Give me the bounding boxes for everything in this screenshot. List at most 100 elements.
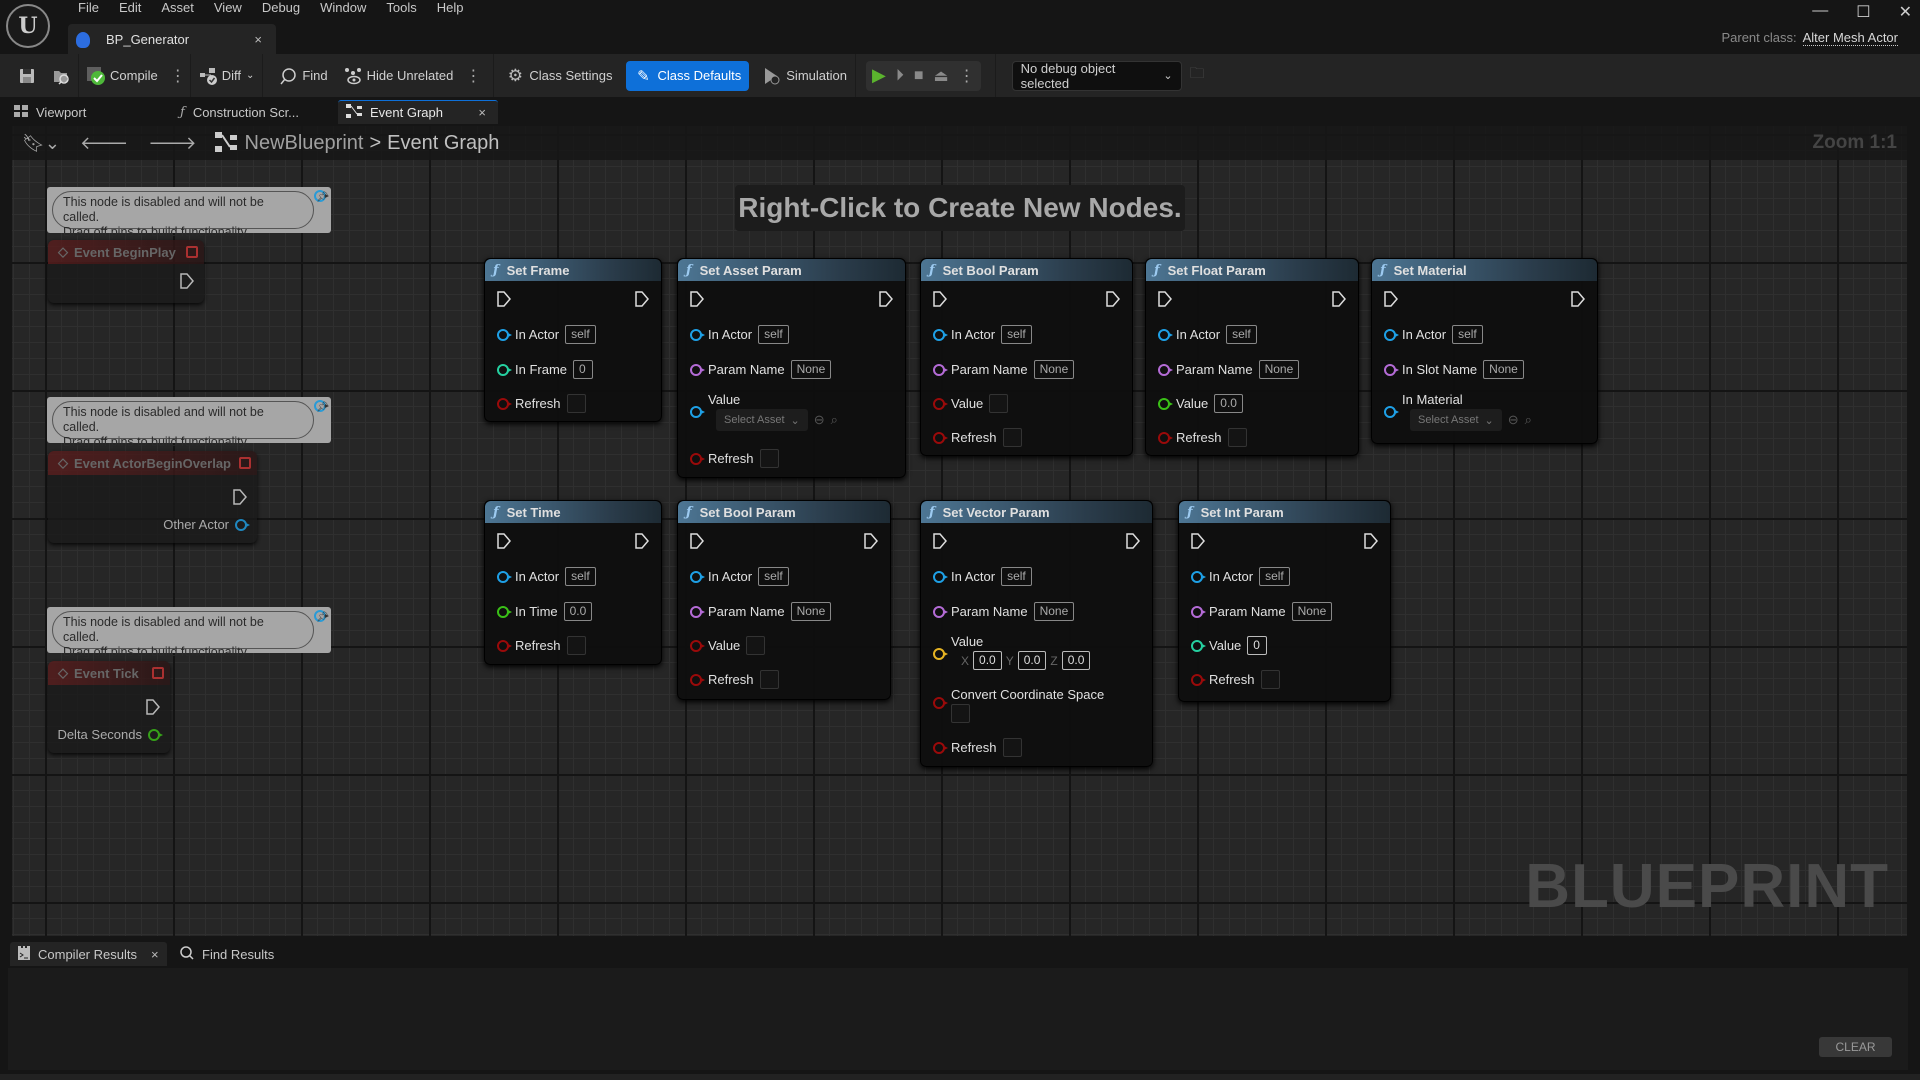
compile-options-icon[interactable]: ⋮ [166, 66, 190, 86]
event-graph-canvas[interactable]: 🔖︎⌄ 🡐 🡒 NewBlueprint > Event Graph Zoom … [12, 126, 1907, 936]
play-options-icon[interactable]: ⋮ [959, 66, 975, 86]
in-actor-field[interactable]: self [758, 567, 789, 586]
bool-pin[interactable] [1191, 673, 1206, 686]
close-window-button[interactable]: ✕ [1899, 2, 1912, 22]
menu-debug[interactable]: Debug [252, 0, 310, 16]
exec-out-pin[interactable] [635, 533, 649, 549]
param-name-field[interactable]: None [1291, 602, 1333, 621]
in-actor-field[interactable]: self [758, 325, 789, 344]
bool-pin[interactable] [497, 397, 512, 410]
vector-z-field[interactable]: 0.0 [1061, 651, 1091, 670]
refresh-checkbox[interactable] [1002, 738, 1022, 757]
exec-out-pin[interactable] [1364, 533, 1378, 549]
name-pin[interactable] [1158, 363, 1173, 376]
object-pin[interactable] [933, 328, 948, 341]
breadcrumb-current[interactable]: Event Graph [387, 132, 499, 155]
param-name-field[interactable]: None [1033, 602, 1075, 621]
object-pin[interactable] [1384, 406, 1399, 418]
object-pin[interactable] [497, 570, 512, 583]
object-pin[interactable] [1384, 328, 1399, 341]
refresh-checkbox[interactable] [1227, 428, 1247, 447]
object-pin[interactable] [497, 328, 512, 341]
breadcrumb-root[interactable]: NewBlueprint [245, 132, 364, 155]
bool-pin[interactable] [690, 673, 705, 686]
refresh-checkbox[interactable] [566, 636, 586, 655]
document-tab[interactable]: BP_Generator × [68, 24, 276, 55]
exec-in-pin[interactable] [1158, 291, 1172, 307]
back-arrow-icon[interactable]: 🡐 [70, 133, 138, 154]
node-set-float-param[interactable]: ƒ Set Float Param In Actor self Param Name… [1145, 258, 1359, 456]
object-pin[interactable] [690, 328, 705, 341]
exec-out-pin[interactable] [864, 533, 878, 549]
exec-in-pin[interactable] [690, 291, 704, 307]
exec-out-pin[interactable] [233, 489, 247, 505]
exec-in-pin[interactable] [933, 291, 947, 307]
tab-find-results[interactable]: Find Results [172, 942, 282, 966]
value-checkbox[interactable] [989, 394, 1009, 413]
exec-in-pin[interactable] [497, 533, 511, 549]
browse-button[interactable] [44, 54, 78, 97]
forward-arrow-icon[interactable]: 🡒 [138, 133, 206, 154]
exec-in-pin[interactable] [497, 291, 511, 307]
exec-out-pin[interactable] [146, 699, 160, 715]
object-pin[interactable] [690, 570, 705, 583]
event-node-beginplay[interactable]: ◇ Event BeginPlay [48, 240, 204, 303]
refresh-checkbox[interactable] [1260, 670, 1280, 689]
class-settings-button[interactable]: ⚙ Class Settings [498, 54, 620, 97]
bool-pin[interactable] [497, 639, 512, 652]
tab-compiler-results[interactable]: Compiler Results × [10, 942, 167, 966]
bool-pin[interactable] [933, 741, 948, 754]
name-pin[interactable] [933, 605, 948, 618]
menu-file[interactable]: File [68, 0, 109, 16]
in-time-field[interactable]: 0.0 [563, 602, 593, 621]
in-actor-field[interactable]: self [1001, 325, 1032, 344]
refresh-checkbox[interactable] [759, 449, 779, 468]
parent-class-link[interactable]: Alter Mesh Actor [1802, 30, 1898, 46]
close-tab-icon[interactable]: × [151, 947, 159, 962]
value-field[interactable]: 0 [1247, 636, 1268, 655]
bool-pin[interactable] [1158, 431, 1173, 444]
maximize-button[interactable]: ☐ [1856, 2, 1870, 22]
object-pin[interactable] [1158, 328, 1173, 341]
node-set-time[interactable]: ƒ Set Time In Actor self In Time 0.0 Refres… [484, 500, 662, 665]
pin-icon[interactable]: 📌︎ [314, 610, 329, 623]
node-set-int-param[interactable]: ƒ Set Int Param In Actor self Param Name No… [1178, 500, 1391, 702]
advance-frame-icon[interactable]: ⏵ [896, 67, 904, 85]
tab-construction-script[interactable]: ƒ Construction Scr... [180, 100, 330, 124]
use-selected-icon[interactable]: ⊖ [1508, 412, 1519, 428]
vector-x-field[interactable]: 0.0 [973, 651, 1002, 670]
name-pin[interactable] [1191, 605, 1206, 618]
hide-unrelated-button[interactable]: Hide Unrelated [336, 54, 462, 97]
node-set-material[interactable]: ƒ Set Material In Actor self In Slot Name N… [1371, 258, 1598, 444]
exec-out-pin[interactable] [879, 291, 893, 307]
unreal-logo-icon[interactable]: U [6, 4, 50, 48]
event-node-actorbeginoverlap[interactable]: ◇ Event ActorBeginOverlap Other Actor [48, 451, 257, 543]
play-icon[interactable]: ▶ [872, 65, 886, 86]
slot-name-field[interactable]: None [1483, 360, 1524, 379]
event-node-tick[interactable]: ◇ Event Tick Delta Seconds [48, 661, 170, 753]
browse-search-icon[interactable]: ⌕ [831, 412, 838, 428]
compile-button[interactable]: Compile [79, 54, 166, 97]
tab-viewport[interactable]: Viewport [14, 100, 154, 124]
exec-in-pin[interactable] [933, 533, 947, 549]
bool-pin[interactable] [933, 431, 948, 444]
exec-out-pin[interactable] [635, 291, 649, 307]
node-set-frame[interactable]: ƒ Set Frame In Actor self In Frame 0 Refres… [484, 258, 662, 422]
select-asset-dropdown[interactable]: Select Asset ⌄ [716, 409, 808, 431]
refresh-checkbox[interactable] [1002, 428, 1022, 447]
in-actor-field[interactable]: self [565, 567, 596, 586]
node-set-asset-param[interactable]: ƒ Set Asset Param In Actor self Param Name… [677, 258, 906, 478]
exec-out-pin[interactable] [1126, 533, 1140, 549]
bool-pin[interactable] [933, 397, 948, 410]
convert-coordinate-space-checkbox[interactable] [951, 704, 970, 723]
in-frame-field[interactable]: 0 [573, 360, 594, 379]
close-tab-icon[interactable]: × [254, 32, 262, 47]
value-field[interactable]: 0.0 [1214, 394, 1243, 413]
class-defaults-button[interactable]: ✎ Class Defaults [626, 60, 750, 91]
menu-help[interactable]: Help [427, 0, 474, 16]
menu-asset[interactable]: Asset [151, 0, 204, 16]
diff-button[interactable]: Diff ⌄ [191, 54, 263, 97]
name-pin[interactable] [1384, 363, 1399, 376]
stop-icon[interactable]: ■ [914, 67, 924, 85]
bool-pin[interactable] [690, 639, 705, 652]
